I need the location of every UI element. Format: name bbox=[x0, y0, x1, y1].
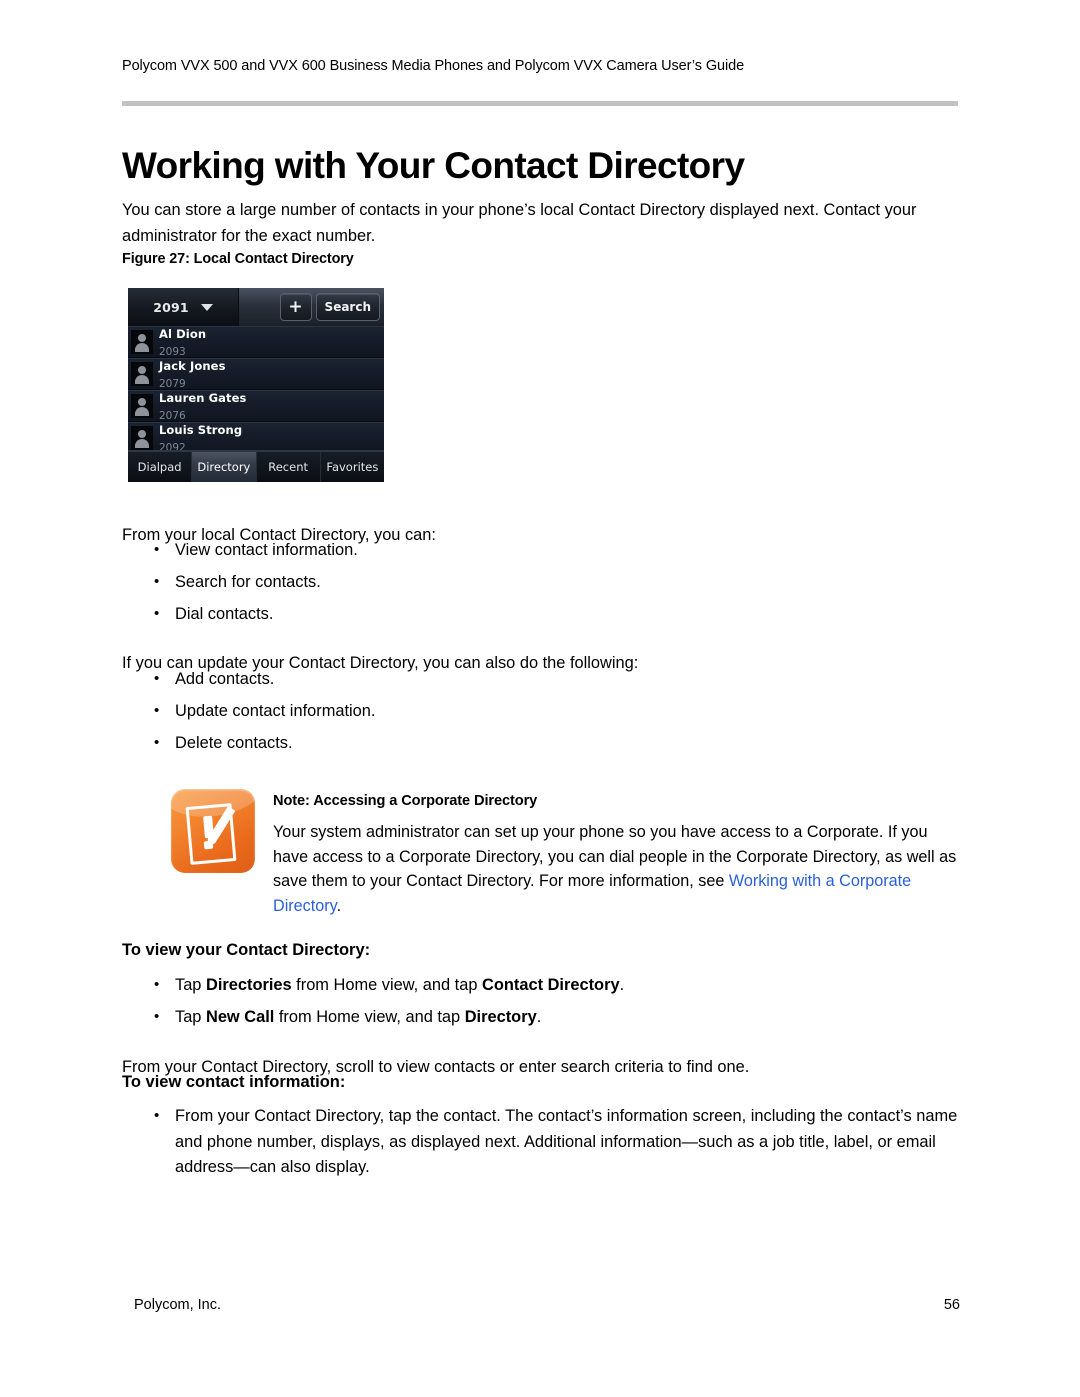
capabilities-list: View contact information. Search for con… bbox=[122, 537, 962, 634]
header-divider bbox=[122, 101, 958, 106]
step-bold-term: Directories bbox=[205, 976, 292, 994]
list-item: View contact information. bbox=[122, 537, 962, 564]
step-text: . bbox=[536, 1008, 542, 1026]
avatar-icon bbox=[131, 330, 153, 354]
list-item[interactable]: Jack Jones 2079 bbox=[128, 358, 384, 390]
view-contact-info-heading: To view contact information: bbox=[122, 1073, 346, 1091]
step-text: from Home view, and tap bbox=[291, 976, 483, 994]
contact-number: 2093 bbox=[159, 346, 186, 358]
phone-top-bar: 2091 + Search bbox=[128, 288, 384, 326]
list-item: Dial contacts. bbox=[122, 601, 962, 628]
phone-screenshot-figure: 2091 + Search Al Dion 2093 Jack Jones 20… bbox=[128, 288, 384, 482]
tab-directory[interactable]: Directory bbox=[192, 452, 257, 482]
add-contact-button[interactable]: + bbox=[279, 293, 312, 321]
list-item: Tap New Call from Home view, and tap Dir… bbox=[122, 1004, 962, 1031]
contact-number: 2076 bbox=[159, 410, 186, 422]
step-bold-term: Contact Directory bbox=[482, 976, 620, 994]
phone-tab-bar: Dialpad Directory Recent Favorites bbox=[128, 450, 384, 482]
view-contact-info-list: From your Contact Directory, tap the con… bbox=[122, 1103, 962, 1187]
intro-paragraph: You can store a large number of contacts… bbox=[122, 201, 917, 245]
document-page: Polycom VVX 500 and VVX 600 Business Med… bbox=[0, 0, 1080, 1397]
note-pencil-icon bbox=[171, 789, 255, 873]
contact-name: Louis Strong bbox=[159, 423, 243, 438]
step-text: Tap bbox=[175, 1008, 206, 1026]
list-item[interactable]: Lauren Gates 2076 bbox=[128, 390, 384, 422]
avatar-icon bbox=[131, 426, 153, 450]
list-item: Add contacts. bbox=[122, 666, 962, 693]
step-bold-term: Directory bbox=[464, 1008, 537, 1026]
note-text: Your system administrator can set up you… bbox=[273, 820, 961, 918]
list-item: From your Contact Directory, tap the con… bbox=[122, 1103, 962, 1181]
search-button[interactable]: Search bbox=[315, 293, 380, 321]
running-header: Polycom VVX 500 and VVX 600 Business Med… bbox=[122, 58, 745, 74]
list-item[interactable]: Al Dion 2093 bbox=[128, 326, 384, 358]
tab-favorites[interactable]: Favorites bbox=[320, 452, 384, 482]
step-text: . bbox=[619, 976, 625, 994]
avatar-icon bbox=[131, 362, 153, 386]
step-bold-term: New Call bbox=[205, 1008, 275, 1026]
tab-dialpad[interactable]: Dialpad bbox=[128, 452, 193, 482]
contact-name: Al Dion bbox=[159, 327, 207, 342]
chevron-down-icon bbox=[200, 303, 213, 311]
line-selector[interactable]: 2091 bbox=[128, 288, 239, 326]
list-item: Search for contacts. bbox=[122, 569, 962, 596]
tab-recent[interactable]: Recent bbox=[256, 452, 321, 482]
note-callout: Note: Accessing a Corporate Directory Yo… bbox=[171, 789, 961, 918]
page-title: Working with Your Contact Directory bbox=[122, 144, 745, 186]
footer-page-number: 56 bbox=[943, 1297, 960, 1313]
step-text: Tap bbox=[175, 976, 206, 994]
list-item: Tap Directories from Home view, and tap … bbox=[122, 972, 962, 999]
note-text-after-link: . bbox=[336, 896, 342, 915]
step-text: from Home view, and tap bbox=[274, 1008, 465, 1026]
list-item: Delete contacts. bbox=[122, 730, 962, 757]
note-title: Note: Accessing a Corporate Directory bbox=[273, 793, 538, 809]
list-item: Update contact information. bbox=[122, 698, 962, 725]
view-directory-list: Tap Directories from Home view, and tap … bbox=[122, 972, 962, 1037]
contact-number: 2079 bbox=[159, 378, 186, 390]
figure-caption: Figure 27: Local Contact Directory bbox=[122, 251, 354, 267]
contact-name: Jack Jones bbox=[159, 359, 226, 374]
avatar-icon bbox=[131, 394, 153, 418]
footer-company: Polycom, Inc. bbox=[134, 1297, 222, 1313]
update-capabilities-list: Add contacts. Update contact information… bbox=[122, 666, 962, 763]
view-directory-heading: To view your Contact Directory: bbox=[122, 941, 371, 959]
contact-list: Al Dion 2093 Jack Jones 2079 Lauren Gate… bbox=[128, 326, 384, 454]
contact-name: Lauren Gates bbox=[159, 391, 247, 406]
line-label: 2091 bbox=[153, 299, 189, 315]
